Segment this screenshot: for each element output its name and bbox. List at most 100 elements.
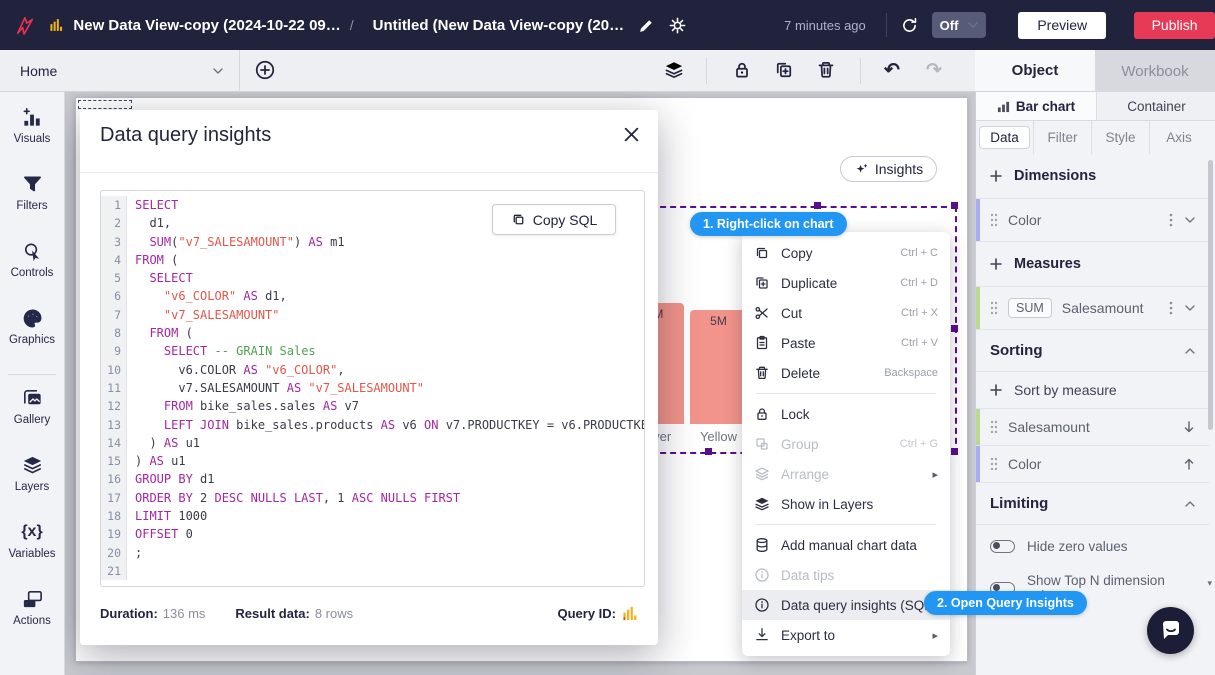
- drag-handle-icon[interactable]: [990, 420, 998, 434]
- sidebar-item-visuals[interactable]: Visuals: [0, 104, 64, 171]
- tab-axis[interactable]: Axis: [1150, 121, 1208, 154]
- sidebar-item-filters[interactable]: Filters: [0, 171, 64, 238]
- line-number: 13: [101, 416, 127, 434]
- sql-line: 3 SUM("v7_SALESAMOUNT") AS m1: [101, 233, 644, 251]
- limiting-section-header[interactable]: Limiting: [976, 483, 1209, 525]
- arrow-up-icon[interactable]: [1183, 458, 1195, 470]
- sidebar-item-gallery[interactable]: Gallery: [0, 385, 64, 452]
- publish-button[interactable]: Publish: [1134, 12, 1215, 39]
- panel-scrollbar[interactable]: [1208, 160, 1213, 430]
- variables-icon: {x}: [21, 519, 42, 545]
- copy-sql-button[interactable]: Copy SQL: [492, 204, 616, 235]
- lock-toolbar-icon[interactable]: [732, 60, 752, 80]
- menu-item-lock[interactable]: Lock: [742, 399, 950, 429]
- delete-toolbar-icon[interactable]: [816, 60, 836, 80]
- page-selector-dropdown[interactable]: Home: [0, 50, 240, 92]
- tab-filter[interactable]: Filter: [1034, 121, 1092, 154]
- copy-sql-label: Copy SQL: [533, 212, 598, 228]
- drag-handle-icon[interactable]: [990, 457, 998, 471]
- tab-object[interactable]: Object: [975, 50, 1095, 92]
- sidebar-item-controls[interactable]: Controls: [0, 238, 64, 305]
- menu-item-data-query-insights-sql[interactable]: Data query insights (SQL): [742, 590, 950, 620]
- add-measure-button[interactable]: Measures: [976, 242, 1209, 287]
- settings-gear-icon[interactable]: [669, 17, 686, 34]
- sort-item-label: Salesamount: [1008, 419, 1090, 435]
- close-icon[interactable]: [623, 126, 640, 143]
- left-sidebar: VisualsFiltersControls Graphics GalleryLay…: [0, 92, 65, 675]
- sidebar-item-actions[interactable]: Actions: [0, 586, 64, 653]
- chevron-down-icon[interactable]: [1185, 305, 1195, 311]
- autosave-dropdown[interactable]: Off: [932, 12, 987, 38]
- selection-handle[interactable]: [705, 448, 712, 455]
- layers-toolbar-icon[interactable]: [664, 60, 684, 80]
- selection-handle[interactable]: [951, 325, 958, 332]
- chat-launcher-button[interactable]: [1147, 607, 1194, 654]
- toggle-switch-icon[interactable]: [990, 540, 1015, 553]
- arrow-down-icon[interactable]: [1183, 421, 1195, 433]
- sort-item-color[interactable]: Color: [976, 446, 1209, 483]
- menu-item-duplicate[interactable]: DuplicateCtrl + D: [742, 268, 950, 298]
- insights-button[interactable]: Insights: [840, 156, 937, 182]
- menu-item-shortcut: Ctrl + V: [901, 337, 938, 349]
- menu-item-arrange[interactable]: Arrange▸: [742, 459, 950, 489]
- tab-style[interactable]: Style: [1092, 121, 1150, 154]
- chevron-down-icon[interactable]: [1185, 217, 1195, 223]
- scroll-down-arrow-icon[interactable]: ▾: [1207, 578, 1212, 589]
- document-title[interactable]: New Data View-copy (2024-10-22 09…: [73, 17, 340, 34]
- redo-icon[interactable]: ↷: [926, 59, 942, 83]
- group-icon: [754, 436, 770, 452]
- add-sort-by-measure-button[interactable]: Sort by measure: [976, 372, 1209, 409]
- duplicate-toolbar-icon[interactable]: [774, 60, 794, 80]
- preview-button[interactable]: Preview: [1018, 12, 1106, 39]
- sidebar-item-variables[interactable]: {x}Variables: [0, 519, 64, 586]
- menu-item-show-in-layers[interactable]: Show in Layers: [742, 489, 950, 519]
- measure-label: Salesamount: [1062, 300, 1144, 316]
- tab-workbook[interactable]: Workbook: [1095, 50, 1215, 92]
- tab-container[interactable]: Container: [1096, 92, 1215, 120]
- sql-line-text: LEFT JOIN bike_sales.products AS v6 ON v…: [127, 416, 645, 434]
- kebab-menu-icon[interactable]: [1169, 213, 1173, 227]
- tab-data[interactable]: Data: [976, 121, 1034, 154]
- selection-handle[interactable]: [814, 202, 821, 209]
- sidebar-divider: [8, 374, 56, 375]
- sort-item-salesamount[interactable]: Salesamount: [976, 409, 1209, 446]
- menu-item-cut[interactable]: CutCtrl + X: [742, 298, 950, 328]
- sidebar-item-label: Graphics: [9, 334, 55, 346]
- sql-line-text: SUM("v7_SALESAMOUNT") AS m1: [127, 233, 345, 251]
- drag-handle-icon[interactable]: [990, 213, 998, 227]
- refresh-icon[interactable]: [901, 17, 918, 34]
- kebab-menu-icon[interactable]: [1169, 301, 1173, 315]
- aggregation-chip[interactable]: SUM: [1008, 298, 1052, 318]
- panel-body: Dimensions Color Measures SUM Salesamoun…: [976, 154, 1209, 609]
- menu-item-delete[interactable]: DeleteBackspace: [742, 358, 950, 388]
- sidebar-item-layers[interactable]: Layers: [0, 452, 64, 519]
- insights-label: Insights: [875, 161, 923, 177]
- dimension-label: Color: [1008, 212, 1041, 228]
- line-number: 21: [101, 562, 127, 580]
- toolbar-divider: [860, 58, 861, 84]
- app-logo-icon[interactable]: [14, 12, 36, 38]
- menu-item-paste[interactable]: PasteCtrl + V: [742, 328, 950, 358]
- drag-handle-icon[interactable]: [990, 301, 998, 315]
- view-title[interactable]: Untitled (New Data View-copy (20…: [373, 17, 624, 34]
- measure-item-salesamount[interactable]: SUM Salesamount: [976, 287, 1209, 330]
- bar-yellow[interactable]: 5M: [690, 310, 747, 424]
- menu-item-data-tips[interactable]: Data tips: [742, 560, 950, 590]
- menu-item-add-manual-chart-data[interactable]: Add manual chart data: [742, 530, 950, 560]
- add-item-button[interactable]: [255, 60, 275, 80]
- dimension-item-color[interactable]: Color: [976, 199, 1209, 242]
- toggle-hide-zero-values[interactable]: Hide zero values: [976, 525, 1209, 567]
- menu-item-group[interactable]: GroupCtrl + G: [742, 429, 950, 459]
- sql-line-text: "v7_SALESAMOUNT": [127, 306, 280, 324]
- sorting-section-header[interactable]: Sorting: [976, 330, 1209, 372]
- selection-handle[interactable]: [951, 202, 958, 209]
- line-number: 14: [101, 434, 127, 452]
- menu-item-export-to[interactable]: Export to▸: [742, 620, 950, 650]
- tab-bar-chart[interactable]: Bar chart: [976, 92, 1096, 120]
- selection-handle[interactable]: [951, 448, 958, 455]
- add-dimension-button[interactable]: Dimensions: [976, 154, 1209, 199]
- menu-item-copy[interactable]: CopyCtrl + C: [742, 238, 950, 268]
- sidebar-item-graphics[interactable]: Graphics: [0, 305, 64, 372]
- undo-icon[interactable]: ↶: [884, 59, 900, 83]
- edit-pencil-icon[interactable]: [638, 17, 655, 34]
